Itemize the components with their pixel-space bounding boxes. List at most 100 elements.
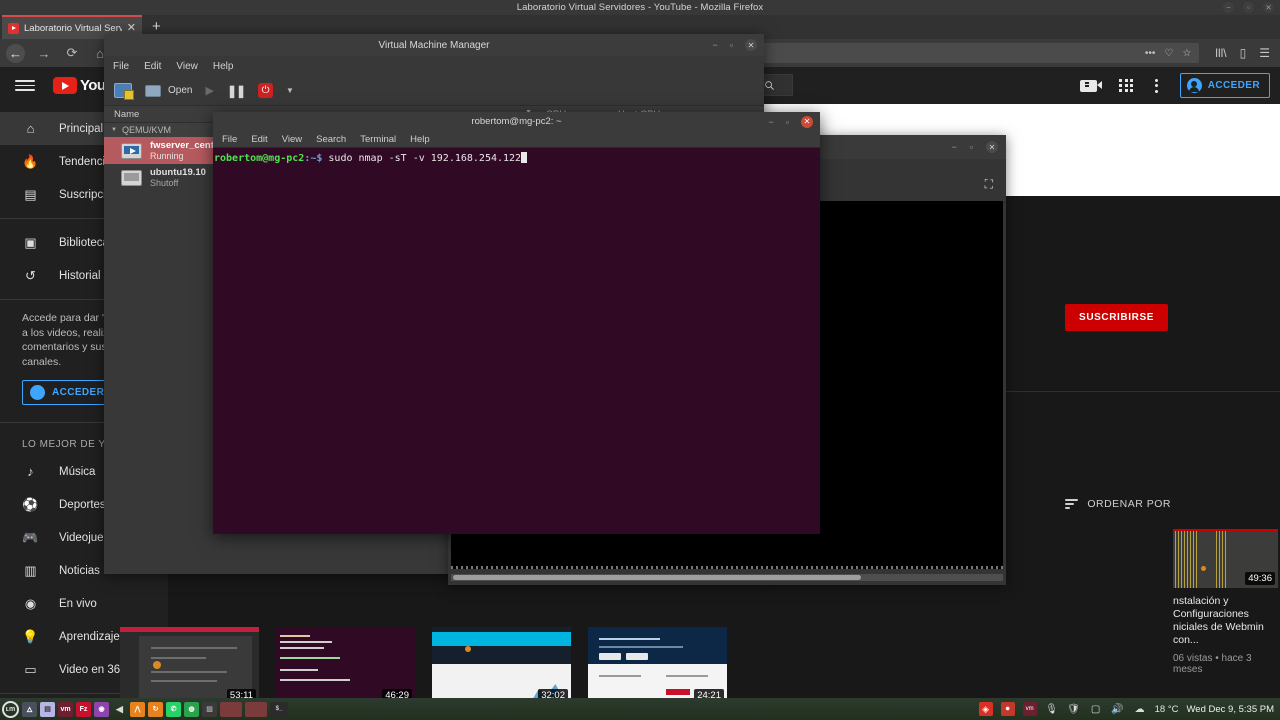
page-actions-icon[interactable]: ••• xyxy=(1145,48,1156,59)
guide-menu-icon[interactable] xyxy=(15,80,35,91)
gaming-icon: 🎮 xyxy=(22,530,39,545)
open-vm-button[interactable]: Open xyxy=(145,84,192,97)
close-icon[interactable]: ✕ xyxy=(127,22,136,34)
thumb-art-detail xyxy=(120,627,259,632)
reload-icon[interactable]: ⟳ xyxy=(63,45,81,61)
firefox-window-title: Laboratorio Virtual Servidores - YouTube… xyxy=(516,2,764,13)
taskbar-app-area: ʟm 🜂 ▤ vm Fz ◉ ◀ ⋀ ↻ ✆ ◍ ▨ $_ xyxy=(0,700,288,718)
forward-arrow-icon[interactable]: → xyxy=(35,46,53,61)
terminal-menu-file[interactable]: File xyxy=(222,134,237,145)
files-window-icon[interactable] xyxy=(245,701,267,717)
firefox-window-icon[interactable] xyxy=(220,701,242,717)
speaker-icon[interactable]: 🔊 xyxy=(1111,702,1125,716)
text-editor-icon[interactable]: ▤ xyxy=(40,701,55,717)
filezilla-icon[interactable]: Fz xyxy=(76,701,91,717)
firefox-icon[interactable]: 🜂 xyxy=(22,701,37,717)
rail-video-title[interactable]: nstalación y Configuraciones niciales de… xyxy=(1173,595,1278,647)
virt-tray-icon[interactable]: vm xyxy=(1022,702,1037,716)
window-icon[interactable]: ▨ xyxy=(202,701,217,717)
vm-console-minimize-button[interactable]: − xyxy=(952,142,957,152)
whatsapp-icon[interactable]: ✆ xyxy=(166,701,181,717)
update-icon[interactable]: ↻ xyxy=(148,701,163,717)
pocket-icon[interactable]: ♡ xyxy=(1164,48,1173,59)
terminal-maximize-button[interactable]: ▫ xyxy=(786,117,789,127)
virt-manager-close-button[interactable]: ✕ xyxy=(745,39,757,51)
terminal-close-button[interactable]: ✕ xyxy=(801,115,813,128)
virt-manager-icon[interactable]: vm xyxy=(58,701,73,717)
expand-caret-icon[interactable]: ▼ xyxy=(111,127,117,133)
thumb-art-detail xyxy=(665,689,690,696)
video-card[interactable]: 24:21 Instalar CentOS 8.2 Minimal para S… xyxy=(588,627,727,698)
firefox-close-button[interactable]: ✕ xyxy=(1263,2,1274,13)
audacity-icon[interactable]: ⋀ xyxy=(130,701,145,717)
virt-manager-maximize-button[interactable]: ▫ xyxy=(730,40,733,50)
pause-icon[interactable]: ❚❚ xyxy=(227,84,246,98)
chrome-icon[interactable]: ◍ xyxy=(184,701,199,717)
play-icon[interactable]: ▶ xyxy=(205,84,213,97)
video-card[interactable]: 53:11 Compartir Archivos con NetBIOS med… xyxy=(120,627,259,698)
vm-console-horizontal-scrollbar[interactable] xyxy=(451,574,1003,581)
video-thumbnail[interactable]: 24:21 xyxy=(588,627,727,698)
apps-grid-icon[interactable] xyxy=(1119,78,1133,93)
terminal-command: sudo nmap -sT -v 192.168.254.122 xyxy=(328,153,522,164)
power-icon[interactable]: ⏻ xyxy=(258,83,274,98)
back-arrow-icon[interactable]: ← xyxy=(6,43,25,63)
kebab-menu-icon[interactable] xyxy=(1154,78,1158,93)
sidebar-item-en-vivo[interactable]: ◉ En vivo xyxy=(0,587,168,620)
terminal-prompt-path: :~$ xyxy=(304,153,329,164)
rail-video-views: 06 vistas xyxy=(1173,653,1213,664)
recorder-icon[interactable]: ⏺ xyxy=(1000,702,1015,716)
sports-icon: ⚽ xyxy=(22,497,39,512)
video-card[interactable]: 32:02 ☑ Instalación y Configuración Bási… xyxy=(432,627,571,698)
caret-down-icon[interactable]: ▼ xyxy=(286,86,294,95)
menu-help[interactable]: Help xyxy=(213,61,234,72)
virt-manager-titlebar: Virtual Machine Manager − ▫ ✕ xyxy=(104,34,764,56)
terminal-menu-search[interactable]: Search xyxy=(316,134,346,145)
virt-manager-minimize-button[interactable]: − xyxy=(713,40,718,50)
terminal-output[interactable]: robertom@mg-pc2:~$ sudo nmap -sT -v 192.… xyxy=(213,148,820,165)
clock[interactable]: Wed Dec 9, 5:35 PM xyxy=(1187,704,1274,715)
sidebar-icon[interactable]: ▯ xyxy=(1240,46,1247,60)
new-tab-button[interactable]: + xyxy=(152,19,161,35)
subscribe-button[interactable]: SUSCRIBIRSE xyxy=(1065,304,1168,331)
terminal-menu-view[interactable]: View xyxy=(282,134,302,145)
linux-mint-menu-icon[interactable]: ʟm xyxy=(2,700,19,718)
redshift-icon[interactable]: ◈ xyxy=(978,702,993,716)
header-signin-button[interactable]: ACCEDER xyxy=(1179,73,1270,98)
sort-icon xyxy=(1065,499,1079,509)
vm-console-maximize-button[interactable]: ▫ xyxy=(970,142,973,152)
video-card[interactable]: 46:29 Configuración y Medidas Básicas de… xyxy=(276,627,415,698)
firefox-minimize-button[interactable]: − xyxy=(1223,2,1234,13)
hamburger-menu-icon[interactable]: ☰ xyxy=(1259,46,1270,60)
weather-icon[interactable]: ☁ xyxy=(1133,702,1147,716)
firefox-titlebar: Laboratorio Virtual Servidores - YouTube… xyxy=(0,0,1280,15)
firefox-maximize-button[interactable]: ▫ xyxy=(1243,2,1254,13)
display-icon[interactable]: ▢ xyxy=(1089,702,1103,716)
video-thumbnail[interactable]: 53:11 xyxy=(120,627,259,698)
terminal-window-controls: − ▫ ✕ xyxy=(769,112,813,131)
rail-video-thumbnail[interactable]: 49:36 xyxy=(1173,529,1278,588)
bookmark-star-icon[interactable]: ☆ xyxy=(1182,48,1191,59)
video-camera-icon[interactable] xyxy=(1080,79,1103,92)
new-vm-icon[interactable] xyxy=(114,83,134,100)
terminal-window-icon[interactable]: $_ xyxy=(270,701,288,717)
video-thumbnail[interactable]: 32:02 xyxy=(432,627,571,698)
menu-file[interactable]: File xyxy=(113,61,129,72)
menu-edit[interactable]: Edit xyxy=(144,61,161,72)
terminal-minimize-button[interactable]: − xyxy=(769,117,774,127)
library-icon[interactable]: lll\ xyxy=(1215,46,1226,60)
camera-icon[interactable]: ◉ xyxy=(94,701,109,717)
rail-video-card[interactable]: 49:36 nstalación y Configuraciones nicia… xyxy=(1173,529,1278,675)
terminal-menu-edit[interactable]: Edit xyxy=(251,134,267,145)
account-avatar-icon xyxy=(1186,78,1202,93)
vm-console-close-button[interactable]: ✕ xyxy=(986,141,998,153)
video-thumbnail[interactable]: 46:29 xyxy=(276,627,415,698)
fullscreen-icon[interactable]: ⛶ xyxy=(985,177,993,192)
sort-by-control[interactable]: ORDENAR POR xyxy=(1065,498,1171,510)
terminal-menu-terminal[interactable]: Terminal xyxy=(360,134,396,145)
shield-icon[interactable]: 🛡 xyxy=(1067,702,1081,716)
menu-view[interactable]: View xyxy=(176,61,198,72)
microphone-icon[interactable]: 🎙 xyxy=(1045,702,1059,716)
volume-icon[interactable]: ◀ xyxy=(112,702,127,717)
terminal-menu-help[interactable]: Help xyxy=(410,134,430,145)
